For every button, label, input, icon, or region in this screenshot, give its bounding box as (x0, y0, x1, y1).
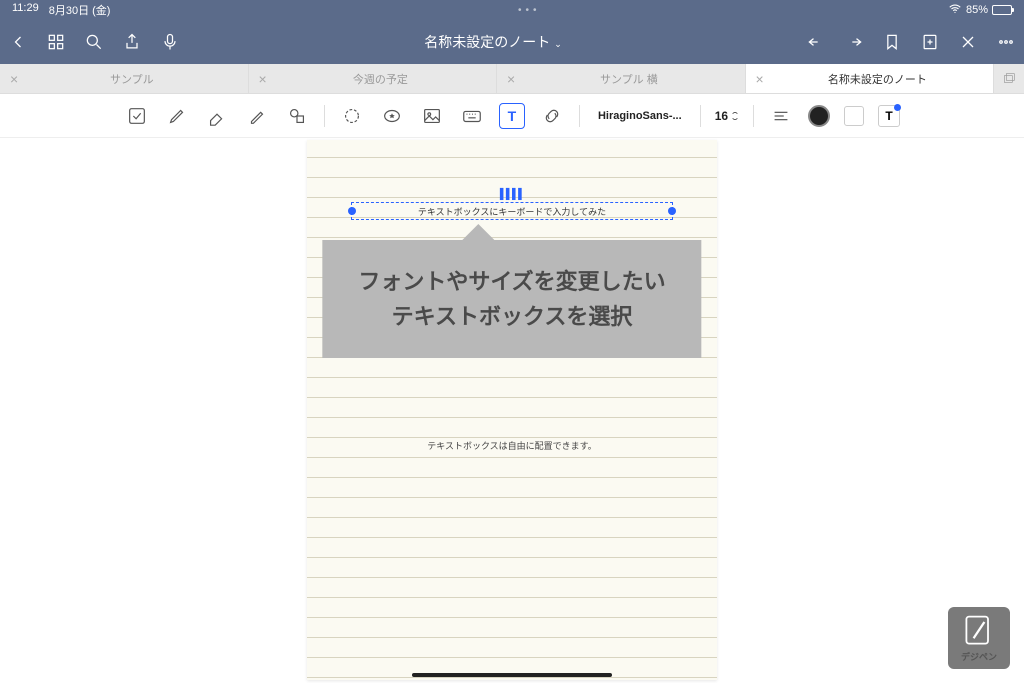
toolbar-separator (753, 105, 754, 127)
link-tool-icon[interactable] (539, 103, 565, 129)
back-icon[interactable] (8, 32, 28, 52)
microphone-icon[interactable] (160, 32, 180, 52)
status-time: 11:29 (12, 2, 39, 18)
resize-handle-right[interactable] (668, 207, 676, 215)
new-window-icon[interactable] (994, 64, 1024, 93)
textbox-plain[interactable]: テキストボックスは自由に配置できます。 (307, 439, 717, 452)
annotation-callout: フォントやサイズを変更したい テキストボックスを選択 (322, 240, 701, 358)
canvas-area[interactable]: ▌▌▌▌ テキストボックスにキーボードで入力してみた テキストボックスは自由に配… (0, 138, 1024, 683)
status-date: 8月30日 (金) (49, 2, 111, 18)
bookmark-icon[interactable] (882, 32, 902, 52)
lasso-tool-icon[interactable] (339, 103, 365, 129)
wifi-icon (948, 2, 962, 19)
favorites-tool-icon[interactable] (379, 103, 405, 129)
tab-close-icon[interactable]: × (259, 71, 267, 87)
highlighter-tool-icon[interactable] (244, 103, 270, 129)
bg-color-swatch[interactable] (844, 106, 864, 126)
chevron-down-icon: ⌄ (554, 39, 562, 49)
grid-icon[interactable] (46, 32, 66, 52)
share-icon[interactable] (122, 32, 142, 52)
textbox-content: テキストボックスにキーボードで入力してみた (418, 205, 606, 218)
tab-bar: ×サンプル ×今週の予定 ×サンプル 横 ×名称未設定のノート (0, 64, 1024, 94)
text-color-swatch[interactable] (808, 105, 830, 127)
home-indicator[interactable] (412, 673, 612, 677)
add-page-icon[interactable] (920, 32, 940, 52)
toolbar-separator (579, 105, 580, 127)
toolbar-separator (700, 105, 701, 127)
redo-icon[interactable] (844, 32, 864, 52)
watermark-label: デジペン (961, 650, 997, 663)
battery-icon (992, 5, 1012, 15)
zoom-tool-icon[interactable] (124, 103, 150, 129)
close-icon[interactable] (958, 32, 978, 52)
status-bar: 11:29 8月30日 (金) ••• 85% (0, 0, 1024, 20)
tab-schedule[interactable]: ×今週の予定 (249, 64, 498, 93)
toolbar-separator (324, 105, 325, 127)
watermark: デジペン (948, 607, 1010, 669)
drag-handle-icon[interactable]: ▌▌▌▌ (500, 189, 524, 200)
annotation-line2: テキストボックスを選択 (358, 299, 665, 334)
align-icon[interactable] (768, 103, 794, 129)
toolbar: T HiraginoSans-... 16 T (0, 94, 1024, 138)
font-size-selector[interactable]: 16 (715, 109, 739, 123)
selected-textbox[interactable]: ▌▌▌▌ テキストボックスにキーボードで入力してみた (351, 202, 673, 220)
tab-close-icon[interactable]: × (507, 71, 515, 87)
undo-icon[interactable] (806, 32, 826, 52)
battery-percent: 85% (966, 4, 988, 16)
keyboard-tool-icon[interactable] (459, 103, 485, 129)
annotation-line1: フォントやサイズを変更したい (358, 264, 665, 299)
tab-untitled[interactable]: ×名称未設定のノート (746, 64, 995, 93)
multitask-dots[interactable]: ••• (110, 5, 948, 16)
tab-sample-h[interactable]: ×サンプル 横 (497, 64, 746, 93)
search-icon[interactable] (84, 32, 104, 52)
shapes-tool-icon[interactable] (284, 103, 310, 129)
font-name-selector[interactable]: HiraginoSans-... (594, 110, 686, 122)
resize-handle-left[interactable] (348, 207, 356, 215)
eraser-tool-icon[interactable] (204, 103, 230, 129)
text-style-button[interactable]: T (878, 105, 900, 127)
document-title[interactable]: 名称未設定のノート⌄ (180, 32, 806, 52)
tab-close-icon[interactable]: × (756, 71, 764, 87)
tab-close-icon[interactable]: × (10, 71, 18, 87)
nav-bar: 名称未設定のノート⌄ (0, 20, 1024, 64)
more-icon[interactable] (996, 32, 1016, 52)
note-page[interactable]: ▌▌▌▌ テキストボックスにキーボードで入力してみた テキストボックスは自由に配… (307, 140, 717, 680)
image-tool-icon[interactable] (419, 103, 445, 129)
tab-sample[interactable]: ×サンプル (0, 64, 249, 93)
text-tool-icon[interactable]: T (499, 103, 525, 129)
pen-tool-icon[interactable] (164, 103, 190, 129)
